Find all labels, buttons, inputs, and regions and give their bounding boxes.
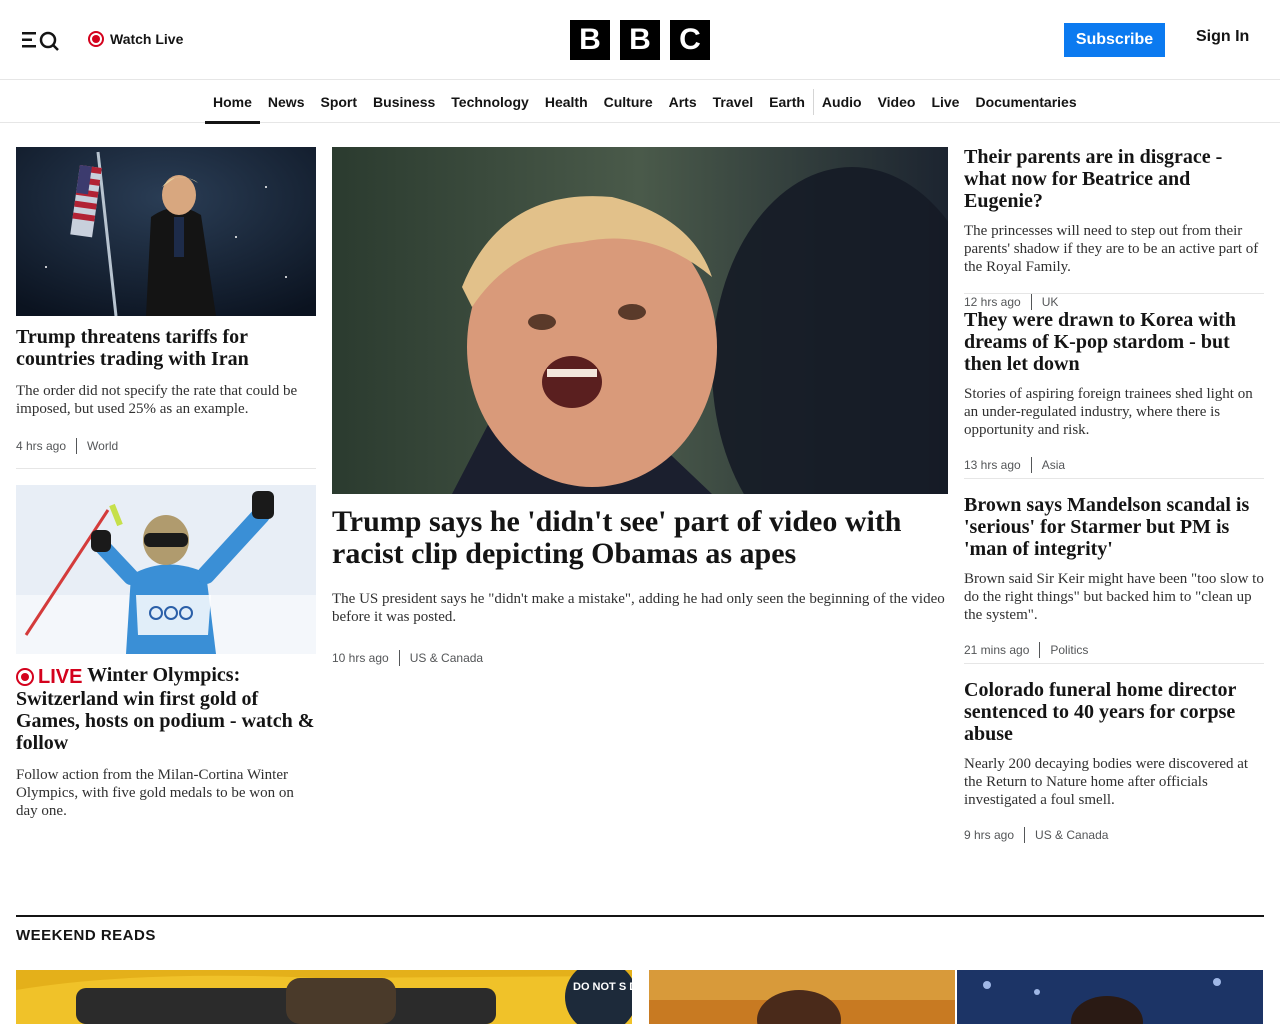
story-time: 9 hrs ago bbox=[964, 828, 1015, 842]
live-icon bbox=[88, 31, 104, 47]
story-summary: Follow action from the Milan-Cortina Win… bbox=[16, 767, 294, 819]
lead-story-card[interactable]: Trump says he 'didn't see' part of video… bbox=[332, 147, 948, 666]
story-summary: The order did not specify the rate that … bbox=[16, 383, 298, 417]
lead-story-headline[interactable]: Trump says he 'didn't see' part of video… bbox=[332, 506, 948, 570]
story-headline[interactable]: Trump threatens tariffs for countries tr… bbox=[16, 326, 316, 370]
story-meta: 4 hrs ago World bbox=[16, 438, 316, 454]
nav-earth[interactable]: Earth bbox=[761, 81, 813, 123]
story-meta: 9 hrs ago US & Canada bbox=[964, 827, 1264, 843]
story-card-mandelson[interactable]: Brown says Mandelson scandal is 'serious… bbox=[964, 494, 1264, 658]
story-headline[interactable]: LIVE Winter Olympics: Switzerland win fi… bbox=[16, 664, 316, 754]
story-divider bbox=[964, 293, 1264, 294]
story-time: 21 mins ago bbox=[964, 643, 1030, 657]
nav-live[interactable]: Live bbox=[923, 81, 967, 123]
story-summary: Brown said Sir Keir might have been "too… bbox=[964, 571, 1264, 623]
nav-arts[interactable]: Arts bbox=[661, 81, 705, 123]
story-meta: 21 mins ago Politics bbox=[964, 642, 1264, 658]
weekend-story-image-stage[interactable] bbox=[957, 970, 1263, 1024]
nav-sport[interactable]: Sport bbox=[312, 81, 365, 123]
story-headline[interactable]: Brown says Mandelson scandal is 'serious… bbox=[964, 494, 1264, 560]
nav-technology[interactable]: Technology bbox=[443, 81, 537, 123]
story-card-olympics[interactable]: LIVE Winter Olympics: Switzerland win fi… bbox=[16, 485, 316, 820]
story-summary: Nearly 200 decaying bodies were discover… bbox=[964, 756, 1249, 808]
story-image-skier[interactable] bbox=[16, 485, 316, 654]
story-headline[interactable]: Colorado funeral home director sentenced… bbox=[964, 679, 1264, 745]
story-time: 10 hrs ago bbox=[332, 651, 389, 665]
bbc-logo[interactable]: B B C bbox=[570, 20, 710, 60]
story-time: 12 hrs ago bbox=[964, 295, 1021, 309]
menu-search-button[interactable] bbox=[20, 28, 62, 52]
nav-documentaries[interactable]: Documentaries bbox=[967, 81, 1084, 123]
nav-health[interactable]: Health bbox=[537, 81, 596, 123]
lead-story-summary: The US president says he "didn't make a … bbox=[332, 591, 945, 625]
story-divider bbox=[964, 663, 1264, 664]
main-nav: Home News Sport Business Technology Heal… bbox=[0, 81, 1280, 124]
story-divider bbox=[16, 468, 316, 469]
subscribe-button[interactable]: Subscribe bbox=[1064, 23, 1165, 57]
logo-letter-b1: B bbox=[570, 20, 610, 60]
nav-culture[interactable]: Culture bbox=[596, 81, 661, 123]
watch-live-link[interactable]: Watch Live bbox=[88, 28, 183, 50]
nav-travel[interactable]: Travel bbox=[705, 81, 761, 123]
logo-letter-b2: B bbox=[620, 20, 660, 60]
section-title-weekend-reads[interactable]: WEEKEND READS bbox=[16, 927, 156, 944]
nav-home[interactable]: Home bbox=[205, 81, 260, 124]
story-headline[interactable]: They were drawn to Korea with dreams of … bbox=[964, 309, 1264, 375]
nav-video[interactable]: Video bbox=[870, 81, 924, 123]
story-image-trump-flag[interactable] bbox=[16, 147, 316, 316]
site-header: Watch Live B B C Subscribe Sign In bbox=[0, 0, 1280, 80]
watch-live-label: Watch Live bbox=[110, 31, 184, 47]
story-section-link[interactable]: US & Canada bbox=[1035, 828, 1108, 842]
weekend-story-image-portrait[interactable] bbox=[649, 970, 955, 1024]
logo-letter-c: C bbox=[670, 20, 710, 60]
nav-business[interactable]: Business bbox=[365, 81, 443, 123]
lead-story-image-trump[interactable] bbox=[332, 147, 948, 494]
story-time: 4 hrs ago bbox=[16, 439, 67, 453]
story-section-link[interactable]: Asia bbox=[1042, 458, 1065, 472]
taxi-sign-text: DO NOT S DOOR bbox=[573, 981, 632, 993]
story-card-tariffs[interactable]: Trump threatens tariffs for countries tr… bbox=[16, 147, 316, 454]
story-headline[interactable]: Their parents are in disgrace - what now… bbox=[964, 146, 1264, 212]
story-card-kpop[interactable]: They were drawn to Korea with dreams of … bbox=[964, 309, 1264, 473]
story-time: 13 hrs ago bbox=[964, 458, 1021, 472]
sign-in-link[interactable]: Sign In bbox=[1196, 28, 1249, 46]
story-section-link[interactable]: Politics bbox=[1050, 643, 1088, 657]
story-meta: 12 hrs ago UK bbox=[964, 294, 1264, 310]
story-section-link[interactable]: UK bbox=[1042, 295, 1059, 309]
section-rule bbox=[16, 915, 1264, 917]
story-summary: Stories of aspiring foreign trainees she… bbox=[964, 386, 1253, 438]
nav-audio[interactable]: Audio bbox=[814, 81, 870, 123]
lead-story-meta: 10 hrs ago US & Canada bbox=[332, 650, 948, 666]
weekend-story-image-taxi[interactable]: DO NOT S DOOR bbox=[16, 970, 632, 1024]
story-divider bbox=[964, 478, 1264, 479]
live-badge: LIVE bbox=[16, 666, 82, 688]
story-section-link[interactable]: World bbox=[87, 439, 118, 453]
story-section-link[interactable]: US & Canada bbox=[410, 651, 483, 665]
menu-search-icon bbox=[22, 31, 59, 51]
story-card-colorado[interactable]: Colorado funeral home director sentenced… bbox=[964, 679, 1264, 843]
story-summary: The princesses will need to step out fro… bbox=[964, 223, 1259, 275]
live-icon bbox=[16, 668, 34, 686]
story-meta: 13 hrs ago Asia bbox=[964, 457, 1264, 473]
nav-news[interactable]: News bbox=[260, 81, 313, 123]
story-card-princesses[interactable]: Their parents are in disgrace - what now… bbox=[964, 146, 1264, 310]
